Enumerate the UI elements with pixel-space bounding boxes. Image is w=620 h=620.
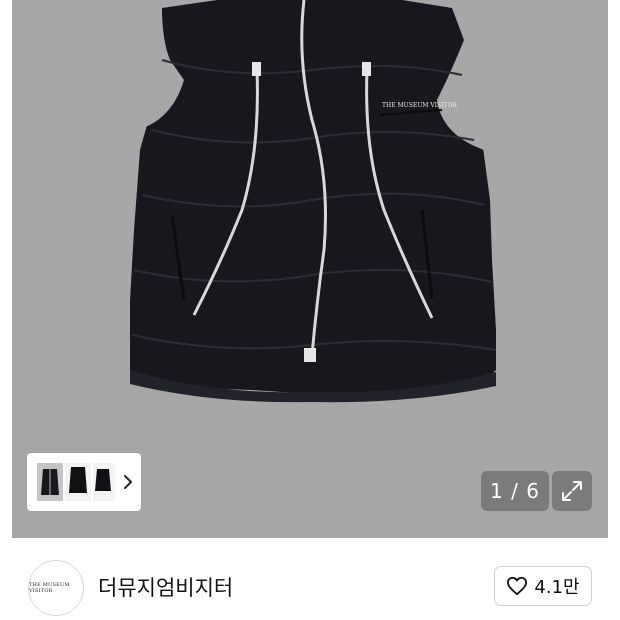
product-image-gallery[interactable]: THE MUSEUM VISITOR 1 / 6	[0, 0, 620, 538]
seller-avatar-text: THE MUSEUM VISITOR	[29, 582, 70, 594]
vest-logo-text: THE MUSEUM VISITOR	[382, 102, 457, 109]
seller-avatar[interactable]: THE MUSEUM VISITOR	[28, 560, 84, 616]
like-button[interactable]: 4.1만	[494, 566, 592, 606]
seller-bar: THE MUSEUM VISITOR 더뮤지엄비지터 4.1만	[0, 538, 620, 620]
chevron-right-icon[interactable]	[121, 472, 135, 492]
product-thumbnails[interactable]	[33, 459, 117, 505]
expand-arrows-icon	[562, 481, 582, 501]
image-counter: 1 / 6	[481, 471, 549, 511]
seller-name[interactable]: 더뮤지엄비지터	[98, 572, 233, 602]
expand-button[interactable]	[552, 471, 592, 511]
like-count: 4.1만	[534, 577, 580, 598]
thumbnail-strip[interactable]	[27, 453, 141, 511]
heart-outline-icon	[507, 576, 528, 596]
